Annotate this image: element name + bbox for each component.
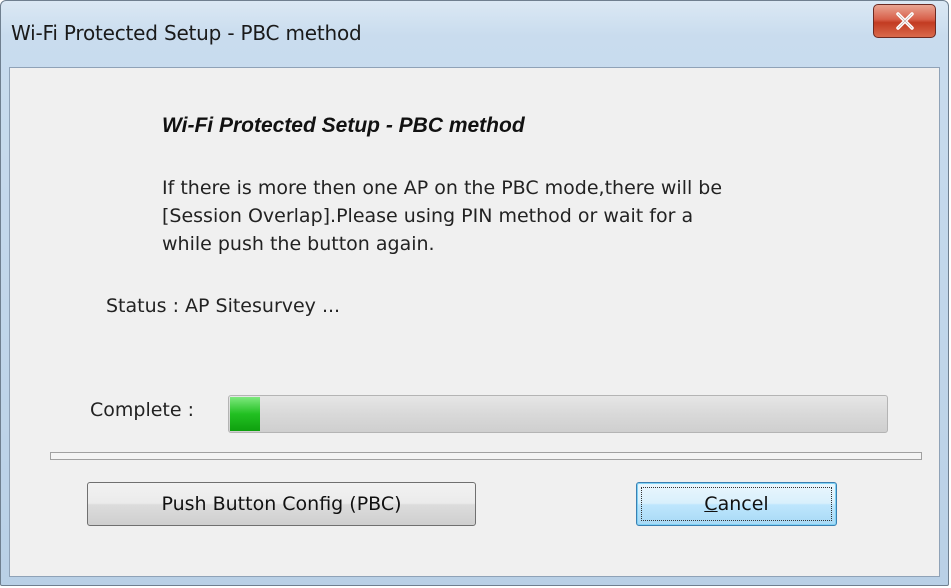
- pbc-button-label: Push Button Config (PBC): [161, 493, 402, 515]
- window-title: Wi-Fi Protected Setup - PBC method: [11, 21, 362, 45]
- description-line: If there is more then one AP on the PBC …: [162, 177, 723, 199]
- dialog-description: If there is more then one AP on the PBC …: [162, 174, 862, 258]
- title-bar[interactable]: Wi-Fi Protected Setup - PBC method: [1, 1, 948, 67]
- push-button-config-button[interactable]: Push Button Config (PBC): [87, 482, 476, 526]
- close-x-icon: [895, 12, 914, 30]
- dialog-window: Wi-Fi Protected Setup - PBC method Wi-Fi…: [0, 0, 949, 586]
- dialog-heading: Wi-Fi Protected Setup - PBC method: [162, 114, 525, 137]
- progress-bar: [228, 395, 888, 433]
- separator: [50, 452, 922, 460]
- dialog-client-area: Wi-Fi Protected Setup - PBC method If th…: [9, 67, 940, 577]
- complete-label: Complete :: [90, 399, 195, 421]
- cancel-button[interactable]: Cancel: [636, 482, 837, 526]
- status-text: Status : AP Sitesurvey ...: [106, 295, 341, 317]
- description-line: [Session Overlap].Please using PIN metho…: [162, 205, 694, 227]
- progress-bar-fill: [230, 397, 260, 431]
- focus-ring: [641, 487, 832, 521]
- description-line: while push the button again.: [162, 233, 435, 255]
- close-button[interactable]: [873, 4, 936, 38]
